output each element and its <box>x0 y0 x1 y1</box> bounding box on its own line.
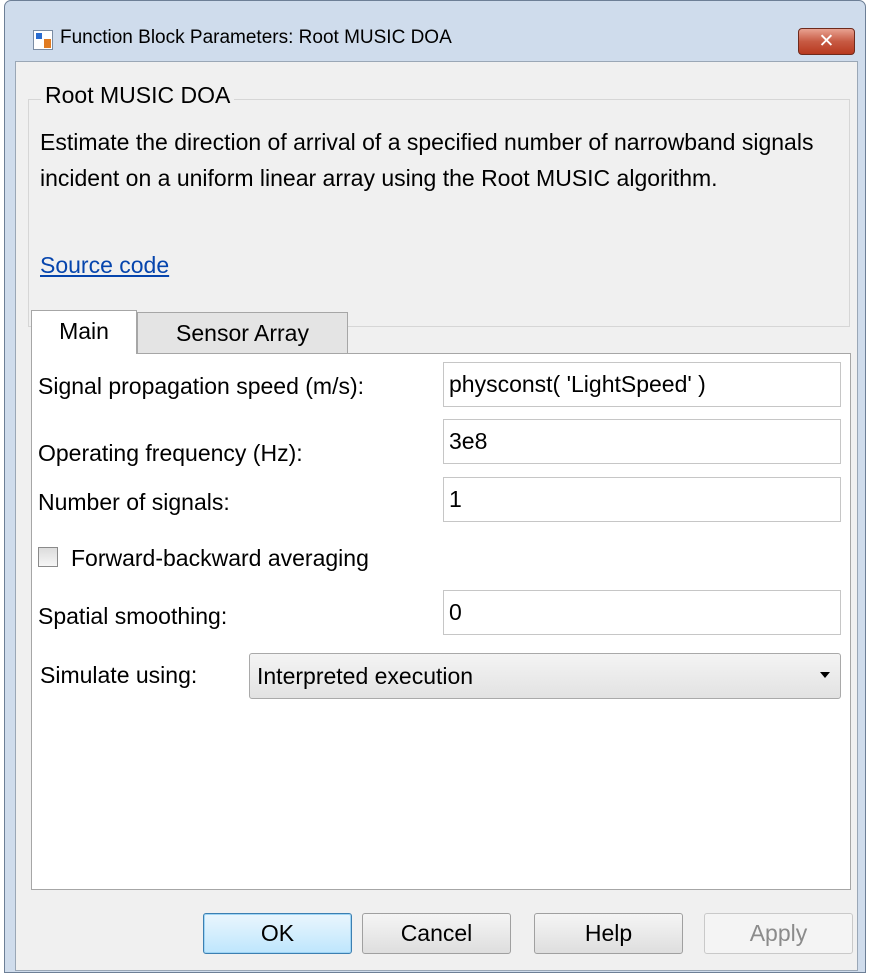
simulate-using-label: Simulate using: <box>40 662 198 688</box>
cancel-button[interactable]: Cancel <box>362 913 511 954</box>
propagation-speed-field[interactable]: physconst( 'LightSpeed' ) <box>443 362 841 407</box>
spatial-smoothing-field[interactable]: 0 <box>443 590 841 635</box>
fb-averaging-label[interactable]: Forward-backward averaging <box>71 545 369 572</box>
operating-frequency-field[interactable]: 3e8 <box>443 419 841 464</box>
block-name-legend: Root MUSIC DOA <box>41 82 235 109</box>
window-title: Function Block Parameters: Root MUSIC DO… <box>60 27 452 48</box>
fb-averaging-checkbox[interactable] <box>38 547 58 567</box>
num-signals-field[interactable]: 1 <box>443 477 841 522</box>
help-button[interactable]: Help <box>534 913 683 954</box>
propagation-speed-label: Signal propagation speed (m/s): <box>38 373 365 399</box>
apply-button[interactable]: Apply <box>704 913 853 954</box>
simulink-block-icon <box>33 30 53 50</box>
dialog-client-area: Root MUSIC DOA Estimate the direction of… <box>15 61 858 971</box>
num-signals-label: Number of signals: <box>38 489 230 515</box>
tab-main[interactable]: Main <box>31 310 137 354</box>
source-code-link[interactable]: Source code <box>40 252 169 279</box>
operating-frequency-label: Operating frequency (Hz): <box>38 440 303 466</box>
close-button[interactable]: ✕ <box>798 28 855 55</box>
ok-button[interactable]: OK <box>203 913 352 954</box>
dialog-window: Function Block Parameters: Root MUSIC DO… <box>4 0 866 973</box>
chevron-down-icon <box>820 672 830 678</box>
title-bar[interactable]: Function Block Parameters: Root MUSIC DO… <box>5 1 865 55</box>
tab-sensor-array[interactable]: Sensor Array <box>137 312 348 354</box>
spatial-smoothing-label: Spatial smoothing: <box>38 603 228 629</box>
simulate-using-select[interactable]: Interpreted execution <box>249 653 841 699</box>
simulate-using-value: Interpreted execution <box>257 663 474 689</box>
block-description: Estimate the direction of arrival of a s… <box>40 129 814 191</box>
